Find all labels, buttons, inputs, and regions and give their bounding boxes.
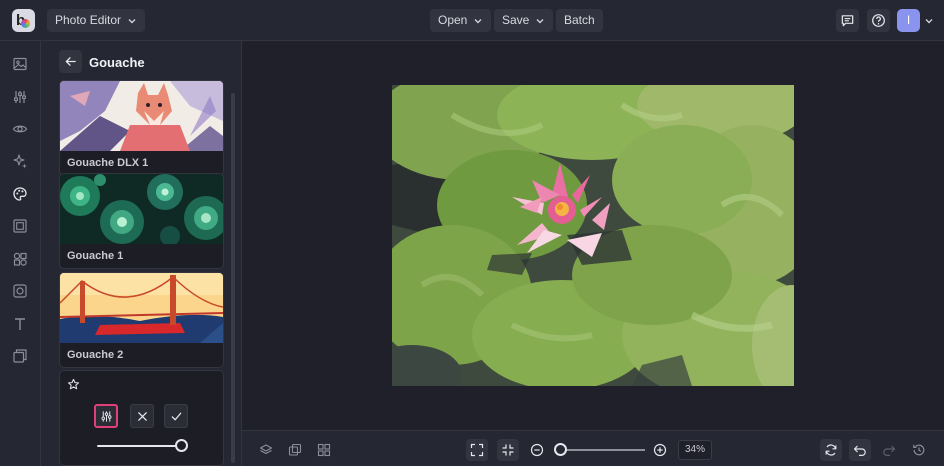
- zoom-out-button[interactable]: [526, 439, 548, 461]
- save-button-label: Save: [502, 13, 530, 27]
- effect-card-gouache-1[interactable]: Gouache 1: [59, 173, 224, 269]
- undo-icon: [853, 445, 866, 456]
- text-icon: [15, 318, 25, 330]
- history-icon: [913, 444, 925, 456]
- photo-editor-menu-label: Photo Editor: [55, 13, 122, 27]
- bottom-bar: 34%: [242, 430, 944, 466]
- effects-panel: Gouache Gouache DLX 1 Gouache 1 Gouache …: [41, 41, 242, 466]
- compare-button[interactable]: [284, 439, 306, 461]
- open-button[interactable]: Open: [430, 9, 492, 32]
- compare-icon: [288, 443, 302, 456]
- fox-thumbnail: [60, 81, 223, 151]
- befunky-logo[interactable]: b: [12, 9, 35, 32]
- top-bar: b Photo Editor Open Save Batch I: [0, 0, 944, 41]
- grid-view-button[interactable]: [313, 439, 335, 461]
- feedback-button[interactable]: [836, 9, 859, 32]
- chevron-down-icon[interactable]: [924, 16, 934, 26]
- eye-icon: [12, 125, 28, 133]
- intensity-slider-handle[interactable]: [175, 439, 188, 452]
- rail-item-textures[interactable]: [11, 347, 29, 365]
- succulents-thumbnail: [60, 174, 223, 244]
- zoom-out-icon: [530, 443, 544, 457]
- batch-button-label: Batch: [564, 13, 595, 27]
- rail-item-graphics[interactable]: [11, 250, 29, 268]
- golden-gate-bridge-thumbnail: [60, 273, 223, 343]
- help-circle-icon: [872, 14, 885, 27]
- back-button[interactable]: [59, 50, 82, 73]
- sparkle-effects-icon: [13, 154, 27, 169]
- graphics-shapes-icon: [13, 252, 27, 266]
- fit-to-screen-button[interactable]: [466, 439, 488, 461]
- close-icon: [137, 411, 147, 421]
- photo-editor-menu-button[interactable]: Photo Editor: [47, 9, 146, 32]
- layers-button[interactable]: [255, 439, 277, 461]
- zoom-slider-handle[interactable]: [554, 443, 567, 456]
- effect-card-gouache-dlx-1[interactable]: Gouache DLX 1: [59, 80, 224, 176]
- image-icon: [13, 57, 27, 71]
- adjust-sliders-icon: [14, 91, 26, 103]
- refresh-icon: [825, 444, 837, 456]
- effect-settings-card: [59, 370, 224, 466]
- rail-item-adjust[interactable]: [11, 88, 29, 106]
- rail-item-overlays[interactable]: [11, 282, 29, 300]
- artsy-palette-icon: [13, 187, 27, 201]
- apply-effect-button[interactable]: [164, 404, 188, 428]
- editor-canvas: [242, 41, 944, 430]
- panel-title: Gouache: [89, 55, 145, 70]
- effect-card-label: Gouache DLX 1: [67, 157, 149, 169]
- intensity-slider-track[interactable]: [97, 445, 181, 447]
- zoom-level-field[interactable]: 34%: [678, 440, 712, 460]
- rail-item-text[interactable]: [11, 315, 29, 333]
- tool-rail: [0, 41, 41, 466]
- panel-scrollbar[interactable]: [231, 93, 235, 463]
- sliders-icon: [100, 410, 112, 422]
- layers-icon: [259, 444, 273, 455]
- effect-settings-button[interactable]: [94, 404, 118, 428]
- chat-bubble-icon: [841, 15, 854, 27]
- chevron-down-icon: [536, 18, 544, 23]
- rail-item-edit[interactable]: [11, 55, 29, 73]
- rail-item-artsy[interactable]: [11, 185, 29, 203]
- effect-card-gouache-2[interactable]: Gouache 2: [59, 272, 224, 368]
- overlay-icon: [13, 284, 27, 298]
- rail-item-effects[interactable]: [11, 152, 29, 170]
- photo-editor-app: b Photo Editor Open Save Batch I: [0, 0, 944, 466]
- effect-card-label: Gouache 1: [67, 250, 124, 262]
- zoom-in-button[interactable]: [649, 439, 671, 461]
- help-button[interactable]: [867, 9, 890, 32]
- chevron-down-icon: [128, 18, 136, 23]
- arrow-left-icon: [65, 57, 76, 66]
- chevron-down-icon: [474, 18, 482, 23]
- actual-size-button[interactable]: [497, 439, 519, 461]
- star-favorite-icon[interactable]: [67, 378, 80, 391]
- rail-item-frames[interactable]: [11, 217, 29, 235]
- batch-button[interactable]: Batch: [556, 9, 603, 32]
- user-avatar[interactable]: I: [897, 9, 920, 32]
- save-button[interactable]: Save: [494, 9, 554, 32]
- open-button-label: Open: [438, 13, 468, 27]
- history-button[interactable]: [908, 439, 930, 461]
- photo-water-lily[interactable]: [392, 85, 794, 386]
- checkmark-icon: [171, 412, 181, 420]
- collapse-icon: [502, 444, 514, 456]
- expand-icon: [470, 443, 484, 457]
- refresh-button[interactable]: [820, 439, 842, 461]
- redo-button[interactable]: [878, 439, 900, 461]
- rail-item-touch-up[interactable]: [11, 120, 29, 138]
- undo-button[interactable]: [849, 439, 871, 461]
- zoom-in-icon: [653, 443, 667, 457]
- layers-icon: [13, 349, 27, 363]
- zoom-slider-track[interactable]: [561, 449, 645, 451]
- effect-card-label: Gouache 2: [67, 349, 124, 361]
- redo-icon: [883, 445, 896, 456]
- cancel-effect-button[interactable]: [130, 404, 154, 428]
- frame-icon: [13, 219, 27, 233]
- grid-icon: [317, 443, 331, 457]
